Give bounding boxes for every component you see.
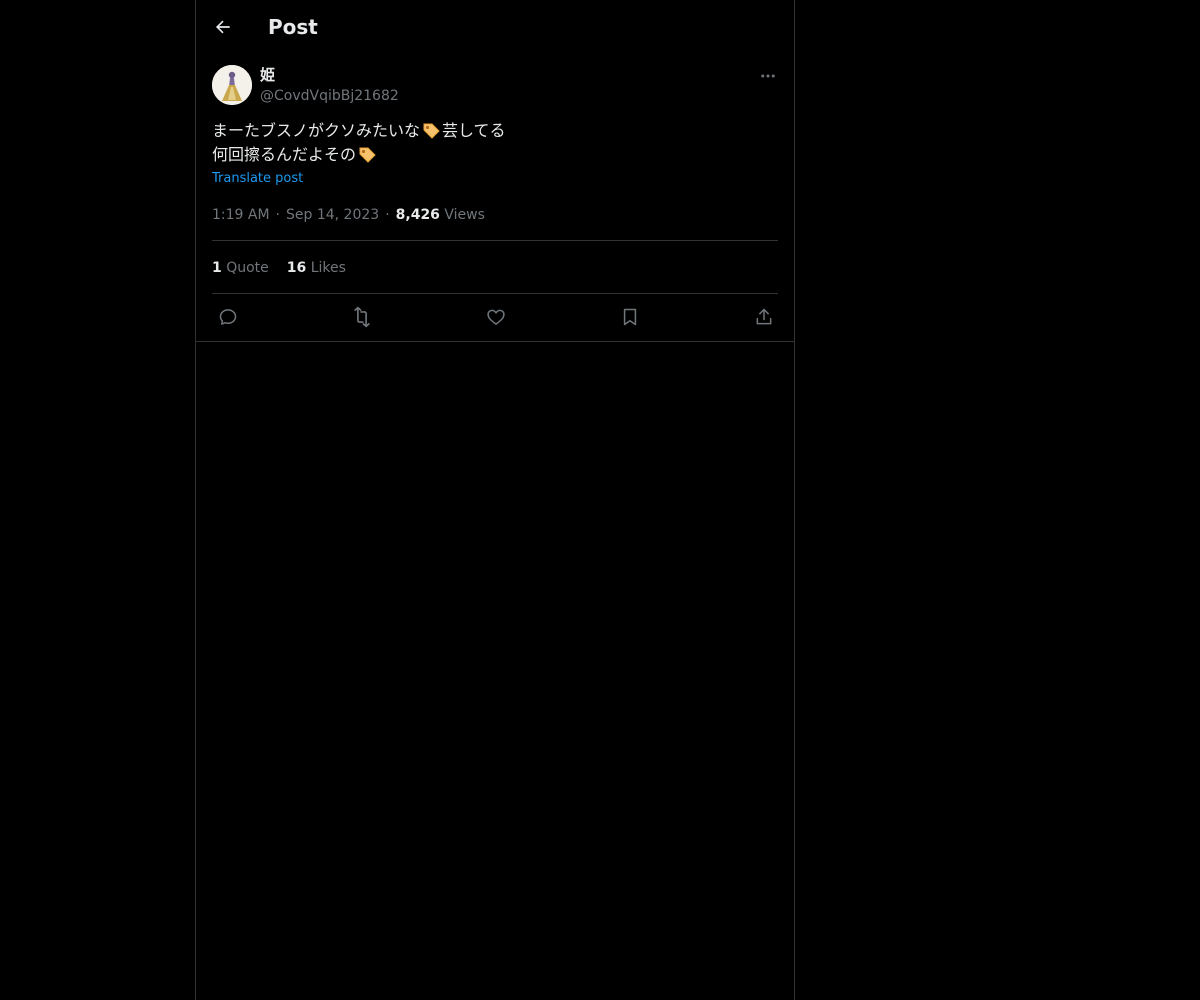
label-tag-emoji-icon [423,123,440,139]
quotes-label: Quote [226,260,269,276]
share-button[interactable] [752,305,776,329]
author-display-name[interactable]: 姫 [260,65,275,85]
quotes-count: 1 [212,260,222,276]
post-date[interactable]: Sep 14, 2023 [286,207,379,223]
reply-icon [219,309,237,325]
post-text-segment: 芸してる [442,121,506,140]
post-text-segment: まーたブスノがクソみたいな [212,121,421,140]
author-handle[interactable]: @CovdVqibBj21682 [260,86,399,106]
arrow-left-icon [215,20,230,34]
top-bar: Post [196,0,794,53]
back-button[interactable] [210,14,236,40]
translate-post-link[interactable]: Translate post [212,170,303,188]
divider [212,293,778,294]
views-label: Views [444,207,485,223]
likes-stat[interactable]: 16 Likes [287,260,346,276]
share-icon [756,308,772,325]
label-tag-emoji-icon [359,147,376,163]
repost-icon [354,306,370,328]
post-text-segment: 何回擦るんだよその [212,145,357,164]
post-text-line: まーたブスノがクソみたいな 芸してる [212,119,772,143]
likes-count: 16 [286,260,307,276]
views-count: 8,426 [395,207,440,223]
more-horizontal-icon [761,74,775,78]
quotes-stat[interactable]: 1 Quote [212,260,269,276]
post-meta: 1:19 AM · Sep 14, 2023 · 8,426 Views [212,205,485,225]
meta-separator: · [275,207,280,223]
post-stats: 1 Quote 16 Likes [212,258,364,278]
post-text: まーたブスノがクソみたいな 芸してる 何回擦るんだよその [212,119,772,167]
post-column: Post 姫 @CovdVqibBj21682 まーたブスノがクソみたいな 芸し… [195,0,795,1000]
like-button[interactable] [484,305,508,329]
bookmark-button[interactable] [618,305,642,329]
divider [196,341,794,342]
post-text-line: 何回擦るんだよその [212,143,772,167]
reply-button[interactable] [216,305,240,329]
meta-separator: · [385,207,390,223]
like-icon [487,309,505,325]
post-time[interactable]: 1:19 AM [212,207,270,223]
page-title: Post [268,15,318,39]
divider [212,240,778,241]
repost-button[interactable] [350,305,374,329]
avatar-figure-icon [212,65,252,105]
avatar[interactable] [212,65,252,105]
bookmark-icon [623,308,637,326]
post-actions-bar [196,305,794,329]
more-options-button[interactable] [758,66,778,86]
likes-label: Likes [310,260,346,276]
